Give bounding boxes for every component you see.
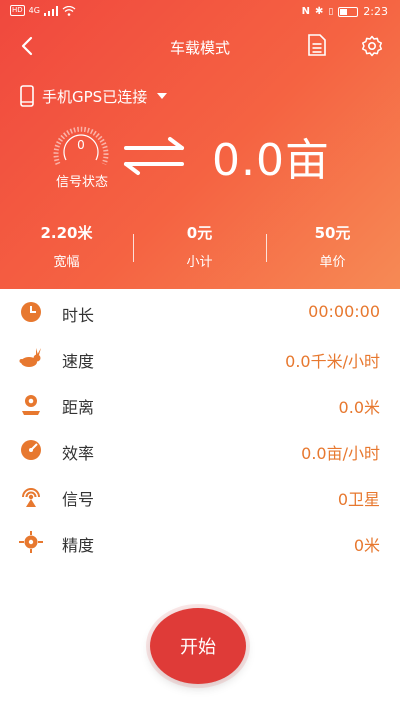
hd-indicator: HD — [10, 5, 25, 16]
cellular-signal-icon — [43, 5, 58, 16]
vibrate-icon: ▯ — [328, 6, 334, 17]
metric-row-distance: 距离 0.0米 — [0, 381, 400, 427]
phone-icon — [20, 85, 34, 107]
metric-value: 0卫星 — [337, 490, 380, 509]
start-button[interactable]: 开始 — [150, 608, 246, 684]
metric-value: 00:00:00 — [308, 302, 380, 321]
metric-value: 0.0亩/小时 — [301, 444, 380, 463]
stat-subtotal: 0元 小计 — [133, 222, 266, 270]
metric-value: 0米 — [353, 536, 380, 555]
crosshair-icon — [19, 531, 43, 553]
metric-label: 距离 — [62, 398, 95, 417]
gps-status-text: 手机GPS已连接 — [42, 87, 148, 106]
stat-label: 单价 — [319, 255, 346, 270]
metric-label: 时长 — [62, 306, 95, 325]
satellite-signal-icon — [22, 488, 40, 507]
nfc-icon: N — [301, 6, 310, 17]
distance-icon — [22, 395, 40, 415]
stat-value: 2.20米 — [40, 224, 93, 242]
metric-label: 速度 — [62, 352, 95, 371]
rabbit-icon — [19, 348, 41, 367]
clock-icon — [21, 302, 41, 322]
gear-icon[interactable] — [360, 34, 384, 58]
header: HD 4G N ✱ ▯ 2:23 车载模式 手机GPS已连接 0 信号状态 0.… — [0, 0, 400, 289]
caret-down-icon — [157, 93, 168, 99]
metric-label: 效率 — [62, 444, 95, 463]
efficiency-icon — [21, 440, 41, 460]
metric-row-accuracy: 精度 0米 — [0, 519, 400, 565]
nav-bar: 车载模式 — [0, 28, 400, 64]
swap-arrows-icon — [124, 137, 184, 175]
metric-label: 信号 — [62, 490, 95, 509]
battery-icon — [338, 6, 359, 17]
network-type: 4G — [28, 6, 40, 15]
metric-row-efficiency: 效率 0.0亩/小时 — [0, 427, 400, 473]
status-bar: HD 4G N ✱ ▯ 2:23 — [0, 0, 400, 24]
stat-width: 2.20米 宽幅 — [0, 222, 133, 270]
status-time: 2:23 — [363, 5, 388, 18]
metric-row-speed: 速度 0.0千米/小时 — [0, 335, 400, 381]
area-value: 0.0亩 — [212, 135, 330, 186]
document-icon[interactable] — [306, 33, 328, 57]
stat-value: 50元 — [314, 224, 351, 242]
gps-selector[interactable]: 手机GPS已连接 — [20, 84, 168, 108]
metric-value: 0.0米 — [338, 398, 380, 417]
stat-label: 宽幅 — [53, 255, 80, 270]
metric-value: 0.0千米/小时 — [285, 352, 380, 371]
bluetooth-icon: ✱ — [314, 6, 324, 17]
wifi-icon — [62, 5, 76, 16]
metric-row-signal: 信号 0卫星 — [0, 473, 400, 519]
metric-label: 精度 — [62, 536, 95, 555]
page-title: 车载模式 — [169, 39, 230, 57]
signal-value: 0 — [77, 138, 85, 152]
metric-row-duration: 时长 00:00:00 — [0, 289, 400, 335]
stat-label: 小计 — [186, 255, 213, 270]
stat-unit-price[interactable]: 50元 单价 — [266, 222, 399, 270]
stat-value: 0元 — [186, 224, 213, 242]
signal-label: 信号状态 — [55, 175, 108, 190]
signal-gauge: 0 — [53, 126, 109, 165]
stats-bar: 2.20米 宽幅 0元 小计 50元 单价 — [0, 222, 400, 278]
